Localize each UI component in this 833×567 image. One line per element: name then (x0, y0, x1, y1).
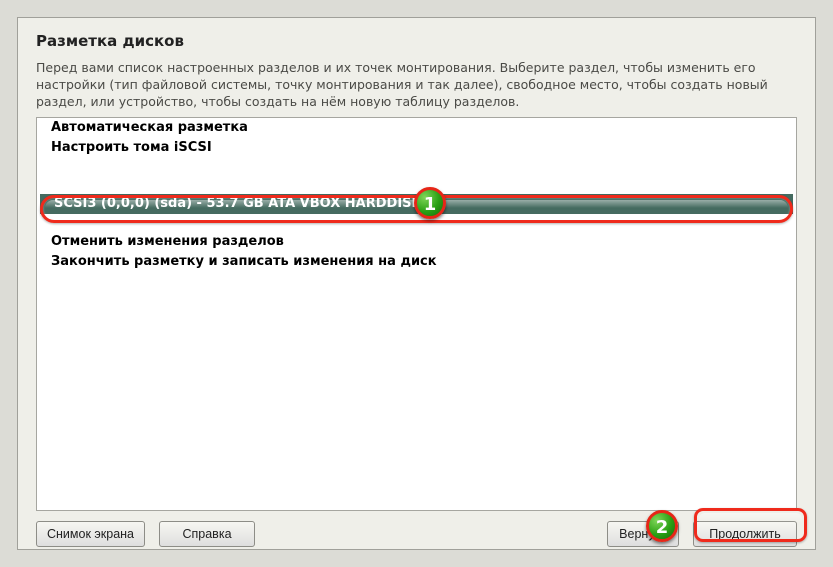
page-title: Разметка дисков (18, 18, 815, 60)
list-item-undo[interactable]: Отменить изменения разделов (37, 232, 796, 252)
partitioner-window: Разметка дисков Перед вами список настро… (17, 17, 816, 550)
list-item-iscsi[interactable]: Настроить тома iSCSI (37, 138, 796, 158)
spacer (269, 521, 593, 547)
screenshot-button[interactable]: Снимок экрана (36, 521, 145, 547)
list-item-finish[interactable]: Закончить разметку и записать изменения … (37, 252, 796, 272)
list-gap (37, 158, 796, 176)
partition-list: Автоматическая разметка Настроить тома i… (36, 117, 797, 511)
continue-button[interactable]: Продолжить (693, 521, 797, 547)
footer-bar: Снимок экрана Справка Вернуть Продолжить (18, 511, 815, 559)
intro-text: Перед вами список настроенных разделов и… (36, 60, 797, 111)
list-gap (37, 176, 796, 194)
list-gap (37, 214, 796, 232)
help-button[interactable]: Справка (159, 521, 255, 547)
back-button[interactable]: Вернуть (607, 521, 679, 547)
list-item-guided[interactable]: Автоматическая разметка (37, 118, 796, 138)
list-item-disk-selected[interactable]: SCSI3 (0,0,0) (sda) - 53.7 GB ATA VBOX H… (40, 194, 793, 214)
content-area: Перед вами список настроенных разделов и… (18, 60, 815, 511)
